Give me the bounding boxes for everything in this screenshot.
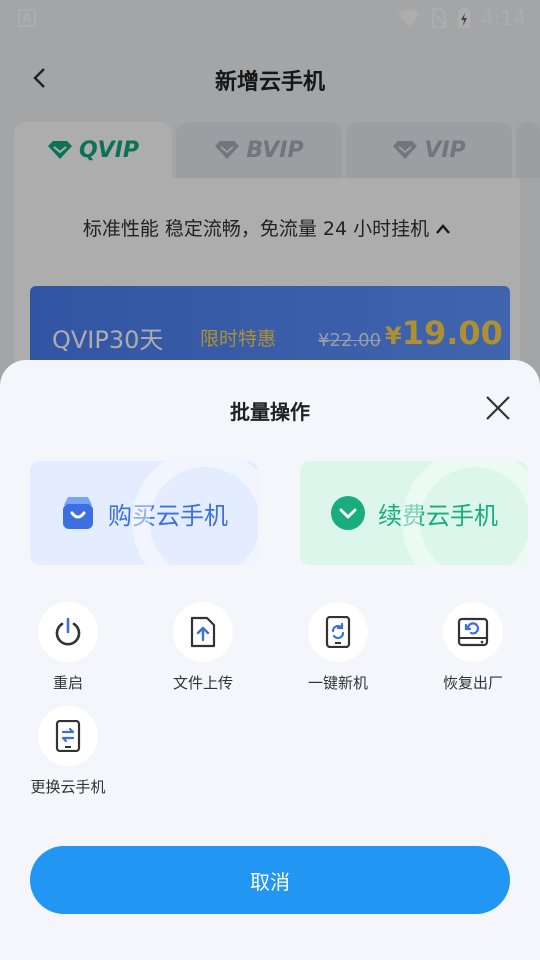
- factory-reset-icon: [457, 617, 489, 647]
- card-decoration: [402, 461, 528, 565]
- action-label: 一键新机: [307, 674, 368, 692]
- batch-actions-sheet: 批量操作 购买云手机 续费云手机 重启 文件上传 一键新机 恢复出厂 更换云手机…: [0, 360, 540, 960]
- renew-cloud-phone-button[interactable]: 续费云手机: [300, 461, 528, 565]
- power-icon: [55, 617, 81, 646]
- card-decoration: [132, 461, 258, 565]
- action-file-upload[interactable]: 文件上传: [153, 602, 253, 693]
- action-label: 文件上传: [172, 674, 233, 692]
- action-icon-circle: [308, 602, 368, 662]
- action-icon-circle: [38, 706, 98, 766]
- action-label: 更换云手机: [30, 778, 106, 796]
- action-icon-circle: [443, 602, 503, 662]
- action-icon-circle: [173, 602, 233, 662]
- cancel-button[interactable]: 取消: [30, 846, 510, 914]
- action-factory-reset[interactable]: 恢复出厂: [423, 602, 523, 693]
- sheet-title: 批量操作: [230, 400, 310, 424]
- shopping-bag-icon: [63, 497, 93, 529]
- action-icon-circle: [38, 602, 98, 662]
- phone-refresh-icon: [325, 616, 351, 648]
- phone-swap-icon: [55, 720, 81, 752]
- close-icon[interactable]: [484, 394, 512, 422]
- buy-cloud-phone-button[interactable]: 购买云手机: [30, 461, 258, 565]
- action-label: 恢复出厂: [442, 674, 503, 692]
- action-replace-phone[interactable]: 更换云手机: [18, 706, 118, 797]
- action-label: 重启: [52, 674, 83, 692]
- action-new-device[interactable]: 一键新机: [288, 602, 388, 693]
- renew-chevron-icon: [331, 496, 365, 530]
- file-upload-icon: [190, 616, 216, 648]
- action-restart[interactable]: 重启: [18, 602, 118, 693]
